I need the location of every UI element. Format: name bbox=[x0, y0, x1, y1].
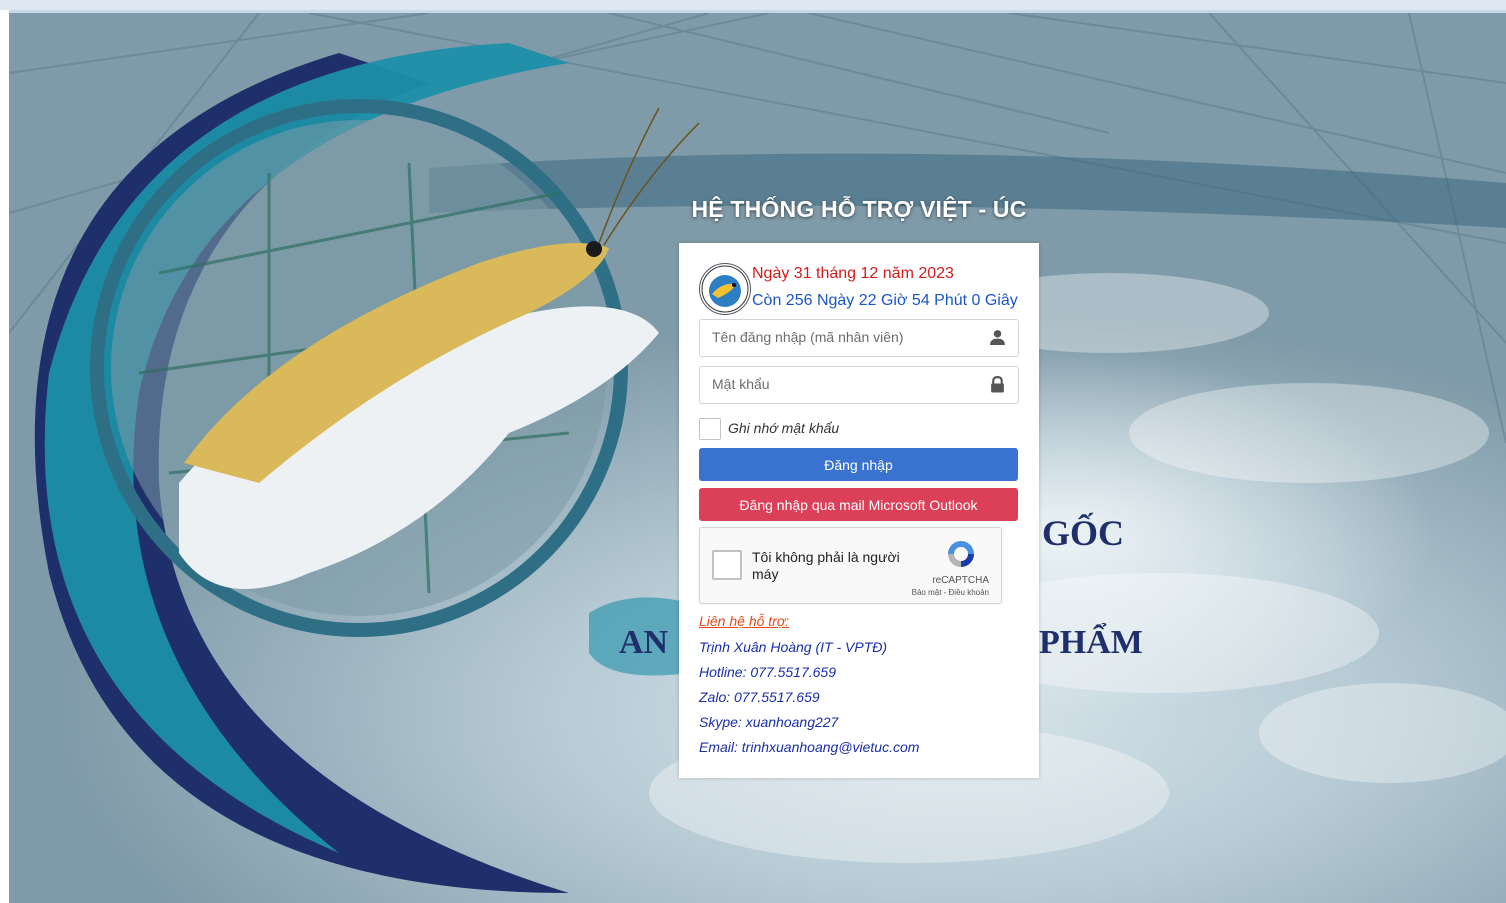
support-hotline: Hotline: 077.5517.659 bbox=[699, 664, 836, 680]
support-contact-name: Trịnh Xuân Hoàng (IT - VPTĐ) bbox=[699, 639, 888, 655]
bg-text-pham: PHẨM bbox=[1039, 623, 1143, 661]
recaptcha-terms-link[interactable]: Bảo mật - Điều khoản bbox=[912, 588, 989, 597]
password-input[interactable] bbox=[700, 367, 982, 401]
support-skype: Skype: xuanhoang227 bbox=[699, 714, 839, 730]
recaptcha-label: Tôi không phải là người máy bbox=[752, 549, 900, 582]
support-email: Email: trinhxuanhoang@vietuc.com bbox=[699, 739, 920, 755]
recaptcha-checkbox[interactable] bbox=[712, 550, 742, 580]
support-zalo: Zalo: 077.5517.659 bbox=[699, 689, 820, 705]
browser-top-strip bbox=[0, 0, 1506, 13]
user-icon bbox=[990, 330, 1005, 345]
remember-password-label: Ghi nhớ mật khẩu bbox=[728, 420, 840, 436]
username-input[interactable] bbox=[700, 320, 982, 354]
outlook-login-button[interactable]: Đăng nhập qua mail Microsoft Outlook bbox=[699, 488, 1018, 521]
password-field[interactable] bbox=[699, 366, 1019, 404]
login-card: Ngày 31 tháng 12 năm 2023 Còn 256 Ngày 2… bbox=[679, 243, 1039, 778]
countdown-text: Còn 256 Ngày 22 Giờ 54 Phút 0 Giây bbox=[752, 292, 1018, 309]
remember-password-checkbox[interactable] bbox=[699, 418, 721, 440]
company-logo bbox=[699, 263, 751, 315]
recaptcha-widget: Tôi không phải là người máy reCAPTCHA Bả… bbox=[699, 527, 1002, 604]
left-edge bbox=[0, 10, 9, 903]
recaptcha-logo-icon bbox=[948, 541, 974, 567]
lock-icon bbox=[991, 376, 1004, 393]
bg-text-an: AN bbox=[619, 624, 669, 661]
support-title-link[interactable]: Liên hệ hỗ trợ: bbox=[699, 613, 789, 629]
page-title: HỆ THỐNG HỖ TRỢ VIỆT - ÚC bbox=[691, 196, 1027, 222]
date-text: Ngày 31 tháng 12 năm 2023 bbox=[752, 265, 954, 282]
recaptcha-brand: reCAPTCHA bbox=[932, 575, 989, 586]
bg-text-goc: GỐC bbox=[1042, 512, 1124, 553]
login-button[interactable]: Đăng nhập bbox=[699, 448, 1018, 481]
username-field[interactable] bbox=[699, 319, 1019, 357]
shrimp-logo-icon bbox=[701, 265, 749, 313]
